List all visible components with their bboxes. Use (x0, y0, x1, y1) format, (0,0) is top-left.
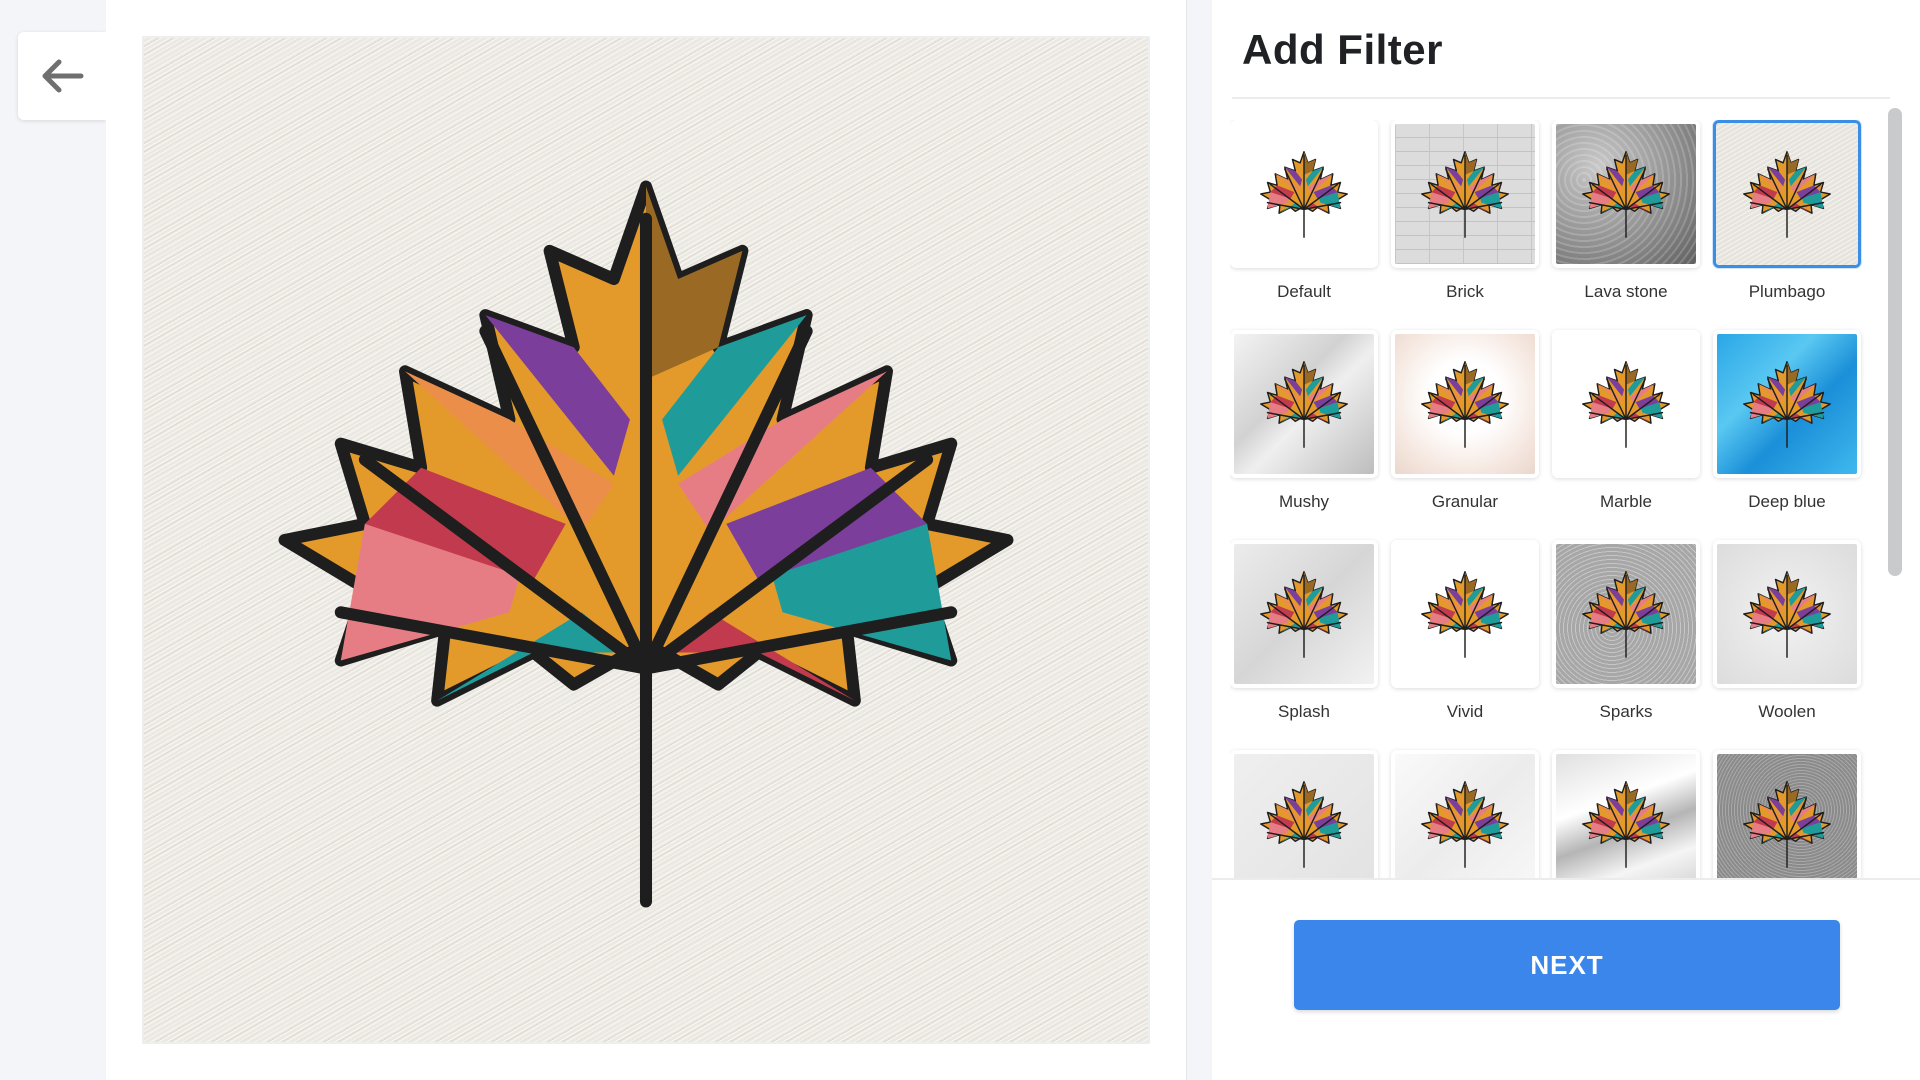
filter-option[interactable] (1230, 750, 1378, 878)
filter-label: Granular (1431, 492, 1499, 511)
filter-option[interactable]: Vivid (1391, 540, 1539, 750)
leaf-thumbnail-icon (1582, 151, 1670, 238)
filter-option[interactable] (1391, 750, 1539, 878)
filter-thumbnail[interactable] (1552, 120, 1700, 268)
filter-grid: Default Brick Lava stone Plumbago Mushy Granu… (1230, 120, 1880, 878)
maple-leaf-artwork (144, 38, 1148, 1042)
filter-thumbnail[interactable] (1713, 330, 1861, 478)
filter-label: Mushy (1278, 492, 1330, 511)
next-button[interactable]: NEXT (1294, 920, 1840, 1010)
leaf-thumbnail-icon (1260, 781, 1348, 868)
leaf-thumbnail-icon (1743, 151, 1831, 238)
leaf-thumbnail-icon (1260, 571, 1348, 658)
filter-label: Default (1277, 282, 1331, 301)
leaf-thumbnail-icon (1743, 781, 1831, 868)
filter-option[interactable]: Splash (1230, 540, 1378, 750)
leaf-thumbnail-icon (1260, 151, 1348, 238)
filter-option[interactable]: Plumbago (1713, 120, 1861, 330)
filter-panel: Add Filter Default Brick Lava stone Plumbag… (1212, 0, 1920, 1080)
filter-thumbnail[interactable] (1230, 330, 1378, 478)
filter-thumbnail[interactable] (1391, 120, 1539, 268)
filter-option[interactable]: Lava stone (1552, 120, 1700, 330)
filter-option[interactable] (1713, 750, 1861, 878)
filter-option[interactable]: Deep blue (1713, 330, 1861, 540)
title-divider (1232, 97, 1890, 99)
leaf-thumbnail-icon (1743, 571, 1831, 658)
leaf-thumbnail-icon (1421, 361, 1509, 448)
leaf-thumbnail-icon (1421, 781, 1509, 868)
filter-thumbnail[interactable] (1391, 540, 1539, 688)
filter-thumbnail[interactable] (1230, 750, 1378, 878)
filter-option[interactable]: Woolen (1713, 540, 1861, 750)
filter-option[interactable]: Default (1230, 120, 1378, 330)
filter-label: Vivid (1446, 702, 1484, 721)
filter-option[interactable]: Granular (1391, 330, 1539, 540)
filter-thumbnail[interactable] (1230, 120, 1378, 268)
filter-label: Sparks (1599, 702, 1653, 721)
filter-option[interactable]: Brick (1391, 120, 1539, 330)
filter-option[interactable]: Marble (1552, 330, 1700, 540)
leaf-thumbnail-icon (1421, 571, 1509, 658)
leaf-thumbnail-icon (1260, 361, 1348, 448)
leaf-thumbnail-icon (1582, 571, 1670, 658)
filter-thumbnail[interactable] (1713, 750, 1861, 878)
filter-label: Lava stone (1584, 282, 1668, 301)
filter-option[interactable]: Mushy (1230, 330, 1378, 540)
filter-thumbnail[interactable] (1391, 750, 1539, 878)
leaf-thumbnail-icon (1743, 361, 1831, 448)
panel-title: Add Filter (1242, 26, 1443, 73)
filter-thumbnail[interactable] (1230, 540, 1378, 688)
filter-label: Woolen (1758, 702, 1816, 721)
scrollbar-thumb[interactable] (1888, 108, 1902, 576)
filter-thumbnail[interactable] (1552, 330, 1700, 478)
scrollbar-track[interactable] (1888, 108, 1902, 878)
filter-thumbnail[interactable] (1713, 540, 1861, 688)
arrow-left-icon (42, 59, 84, 93)
back-button[interactable] (18, 32, 106, 120)
filter-thumbnail[interactable] (1713, 120, 1861, 268)
leaf-thumbnail-icon (1421, 151, 1509, 238)
image-preview (142, 36, 1150, 1044)
filter-thumbnail[interactable] (1552, 750, 1700, 878)
filter-label: Plumbago (1748, 282, 1826, 301)
filter-option[interactable]: Sparks (1552, 540, 1700, 750)
filter-list[interactable]: Default Brick Lava stone Plumbago Mushy Granu… (1230, 120, 1880, 878)
filter-thumbnail[interactable] (1552, 540, 1700, 688)
footer-divider (1212, 878, 1920, 880)
canvas-panel (106, 0, 1187, 1080)
filter-option[interactable] (1552, 750, 1700, 878)
leaf-thumbnail-icon (1582, 361, 1670, 448)
leaf-thumbnail-icon (1582, 781, 1670, 868)
filter-label: Brick (1446, 282, 1484, 301)
filter-label: Splash (1278, 702, 1330, 721)
filter-label: Deep blue (1748, 492, 1826, 511)
filter-thumbnail[interactable] (1391, 330, 1539, 478)
filter-label: Marble (1600, 492, 1652, 511)
